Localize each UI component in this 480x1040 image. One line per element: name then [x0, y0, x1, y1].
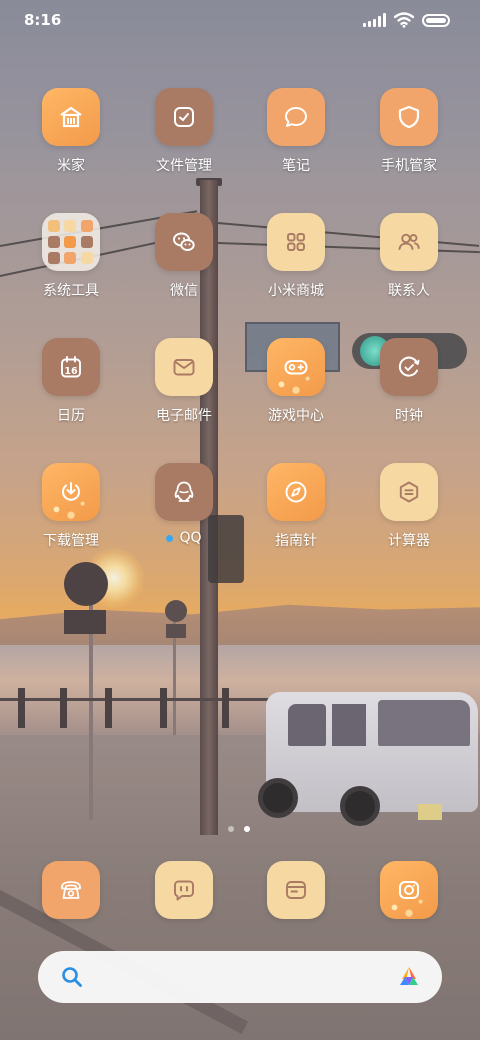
- status-bar: 8:16: [0, 0, 480, 40]
- mail-icon[interactable]: [155, 338, 213, 396]
- app-label: 联系人: [388, 283, 430, 299]
- app-compass[interactable]: 指南针: [241, 463, 351, 550]
- app-label: QQ: [179, 530, 202, 546]
- app-label: 微信: [170, 283, 198, 299]
- app-label: 系统工具: [43, 283, 99, 299]
- app-label: 手机管家: [381, 158, 437, 174]
- app-notes[interactable]: 笔记: [241, 88, 351, 175]
- clock-icon[interactable]: [380, 338, 438, 396]
- app-label: 笔记: [282, 158, 310, 174]
- search-bar[interactable]: [38, 951, 442, 1003]
- dock-browser[interactable]: [241, 861, 351, 919]
- dock-camera[interactable]: [354, 861, 464, 919]
- app-label: 文件管理: [156, 158, 212, 174]
- xiaoai-icon[interactable]: [396, 964, 422, 990]
- app-label: 指南针: [275, 533, 317, 549]
- app-wechat[interactable]: 微信: [129, 213, 239, 300]
- status-icons: [363, 12, 450, 28]
- download-icon[interactable]: [42, 463, 100, 521]
- app-downloads[interactable]: 下载管理: [16, 463, 126, 550]
- app-label: 时钟: [395, 408, 423, 424]
- calculator-icon[interactable]: [380, 463, 438, 521]
- app-label: 下载管理: [43, 533, 99, 549]
- folder-check-icon[interactable]: [155, 88, 213, 146]
- app-mi-store[interactable]: 小米商城: [241, 213, 351, 300]
- app-file-manager[interactable]: 文件管理: [129, 88, 239, 175]
- grid-squares-icon[interactable]: [267, 213, 325, 271]
- signal-icon: [363, 13, 386, 27]
- shield-icon[interactable]: [380, 88, 438, 146]
- dock-phone[interactable]: [16, 861, 126, 919]
- app-contacts[interactable]: 联系人: [354, 213, 464, 300]
- browser-icon[interactable]: [267, 861, 325, 919]
- search-icon[interactable]: [60, 965, 84, 989]
- home-icon[interactable]: [42, 88, 100, 146]
- app-qq[interactable]: QQ: [129, 463, 239, 546]
- message-icon[interactable]: [155, 861, 213, 919]
- app-mijia[interactable]: 米家: [16, 88, 126, 175]
- app-calendar[interactable]: 16 日历: [16, 338, 126, 425]
- app-security[interactable]: 手机管家: [354, 88, 464, 175]
- chat-bubble-icon[interactable]: [267, 88, 325, 146]
- app-game-center[interactable]: 游戏中心: [241, 338, 351, 425]
- phone-icon[interactable]: [42, 861, 100, 919]
- app-label: 游戏中心: [268, 408, 324, 424]
- app-calculator[interactable]: 计算器: [354, 463, 464, 550]
- battery-icon: [422, 13, 450, 27]
- calendar-icon[interactable]: 16: [42, 338, 100, 396]
- app-clock[interactable]: 时钟: [354, 338, 464, 425]
- dock-messages[interactable]: [129, 861, 239, 919]
- app-label: 日历: [57, 408, 85, 424]
- app-label: 米家: [57, 158, 85, 174]
- page-dot-active[interactable]: [244, 826, 250, 832]
- qq-penguin-icon[interactable]: [155, 463, 213, 521]
- camera-icon[interactable]: [380, 861, 438, 919]
- people-icon[interactable]: [380, 213, 438, 271]
- app-label: 计算器: [388, 533, 430, 549]
- status-time: 8:16: [24, 11, 62, 29]
- app-email[interactable]: 电子邮件: [129, 338, 239, 425]
- new-notification-dot: [166, 534, 174, 542]
- app-label: 小米商城: [268, 283, 324, 299]
- page-dot[interactable]: [228, 826, 234, 832]
- dock: [0, 861, 480, 919]
- app-label-with-dot: QQ: [166, 530, 202, 546]
- wechat-icon[interactable]: [155, 213, 213, 271]
- calendar-date: 16: [64, 366, 78, 377]
- compass-icon[interactable]: [267, 463, 325, 521]
- app-system-tools[interactable]: 系统工具: [16, 213, 126, 300]
- page-indicator[interactable]: [228, 826, 250, 832]
- wifi-icon: [394, 12, 414, 28]
- gamepad-icon[interactable]: [267, 338, 325, 396]
- folder-grid-icon[interactable]: [42, 213, 100, 271]
- app-label: 电子邮件: [156, 408, 212, 424]
